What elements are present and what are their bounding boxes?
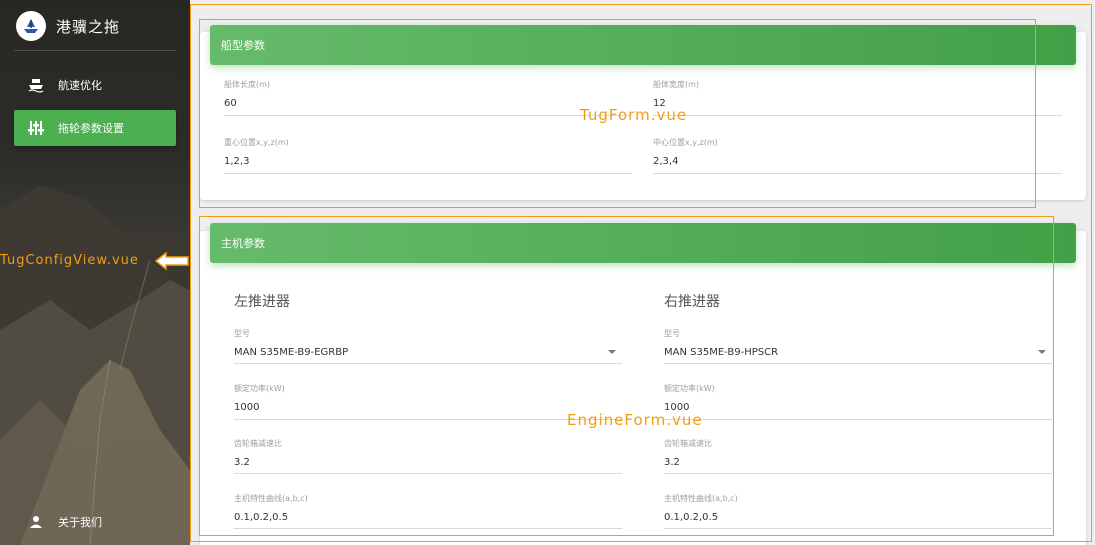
left-model-select[interactable]: 型号 MAN S35ME-B9-EGRBP	[234, 328, 622, 364]
sidebar-item-label: 航速优化	[58, 79, 102, 92]
field-label: 型号	[664, 329, 680, 338]
field-underline	[664, 528, 1052, 529]
field-value[interactable]: 0.1,0.2,0.5	[664, 512, 1052, 523]
engine-form-annotation: EngineForm.vue	[567, 411, 703, 429]
field-value[interactable]: 3.2	[234, 457, 622, 468]
right-engine-curve-field[interactable]: 主机特性曲线(a,b,c) 0.1,0.2,0.5	[664, 493, 1052, 529]
field-underline	[664, 363, 1052, 364]
right-gear-ratio-field[interactable]: 齿轮箱减速比 3.2	[664, 438, 1052, 474]
sidebar: 港骥之拖 航速优化 拖轮参数设置 关于我们	[0, 0, 190, 545]
config-view-annotation: TugConfigView.vue	[0, 253, 139, 268]
sidebar-divider	[14, 50, 176, 51]
hull-width-field[interactable]: 船体宽度(m) 12	[653, 79, 1062, 116]
left-rated-power-field[interactable]: 额定功率(kW) 1000	[234, 383, 622, 420]
right-model-select[interactable]: 型号 MAN S35ME-B9-HPSCR	[664, 328, 1052, 364]
field-underline	[234, 528, 622, 529]
card-title: 主机参数	[221, 237, 265, 250]
field-underline	[664, 419, 1052, 420]
sidebar-item-about[interactable]: 关于我们	[14, 504, 176, 540]
field-label: 主机特性曲线(a,b,c)	[664, 494, 738, 503]
select-value[interactable]: MAN S35ME-B9-HPSCR	[664, 347, 1052, 358]
right-rated-power-field[interactable]: 额定功率(kW) 1000	[664, 383, 1052, 420]
field-value[interactable]: 12	[653, 98, 1062, 109]
field-underline	[234, 473, 622, 474]
field-value[interactable]: 3.2	[664, 457, 1052, 468]
ship-icon	[26, 75, 46, 95]
field-underline	[234, 363, 622, 364]
field-label: 船体长度(m)	[224, 80, 271, 89]
sliders-icon	[26, 118, 46, 138]
card-title: 船型参数	[221, 39, 265, 52]
arrow-left-icon	[154, 251, 189, 271]
center-of-gravity-field[interactable]: 重心位置x,y,z(m) 1,2,3	[224, 137, 632, 174]
field-underline	[224, 115, 632, 116]
field-underline	[653, 173, 1062, 174]
field-label: 重心位置x,y,z(m)	[224, 138, 289, 147]
sidebar-item-speed-optimization[interactable]: 航速优化	[14, 67, 176, 103]
chevron-down-icon[interactable]	[1038, 350, 1046, 354]
field-label: 齿轮箱减速比	[234, 439, 282, 448]
app-title: 港骥之拖	[56, 17, 121, 36]
field-label: 主机特性曲线(a,b,c)	[234, 494, 308, 503]
field-value[interactable]: 0.1,0.2,0.5	[234, 512, 622, 523]
left-thruster-heading: 左推进器	[234, 294, 290, 310]
field-underline	[224, 173, 632, 174]
hull-length-field[interactable]: 船体长度(m) 60	[224, 79, 632, 116]
left-gear-ratio-field[interactable]: 齿轮箱减速比 3.2	[234, 438, 622, 474]
field-underline	[234, 419, 622, 420]
chevron-down-icon[interactable]	[608, 350, 616, 354]
field-value[interactable]: 1000	[664, 402, 1052, 413]
right-thruster-heading: 右推进器	[664, 294, 720, 310]
sidebar-item-tug-settings[interactable]: 拖轮参数设置	[14, 110, 176, 146]
person-icon	[26, 512, 46, 532]
field-underline	[653, 115, 1062, 116]
tug-form-annotation: TugForm.vue	[580, 106, 688, 124]
left-engine-curve-field[interactable]: 主机特性曲线(a,b,c) 0.1,0.2,0.5	[234, 493, 622, 529]
select-value[interactable]: MAN S35ME-B9-EGRBP	[234, 347, 622, 358]
field-label: 中心位置x,y,z(m)	[653, 138, 718, 147]
ship-logo-icon	[16, 11, 46, 41]
field-label: 额定功率(kW)	[234, 384, 285, 393]
field-value[interactable]: 1,2,3	[224, 156, 632, 167]
center-position-field[interactable]: 中心位置x,y,z(m) 2,3,4	[653, 137, 1062, 174]
main-content: 船型参数 船体长度(m) 60 船体宽度(m) 12 重心位置x,y,z(m) …	[190, 0, 1095, 545]
hull-params-header: 船型参数	[210, 25, 1076, 65]
field-label: 型号	[234, 329, 250, 338]
field-value[interactable]: 2,3,4	[653, 156, 1062, 167]
brand[interactable]: 港骥之拖	[16, 10, 120, 42]
field-label: 额定功率(kW)	[664, 384, 715, 393]
field-value[interactable]: 1000	[234, 402, 622, 413]
engine-params-header: 主机参数	[210, 223, 1076, 263]
field-label: 齿轮箱减速比	[664, 439, 712, 448]
field-value[interactable]: 60	[224, 98, 632, 109]
sidebar-item-label: 关于我们	[58, 516, 102, 529]
field-underline	[664, 473, 1052, 474]
field-label: 船体宽度(m)	[653, 80, 700, 89]
sidebar-item-label: 拖轮参数设置	[58, 122, 124, 135]
